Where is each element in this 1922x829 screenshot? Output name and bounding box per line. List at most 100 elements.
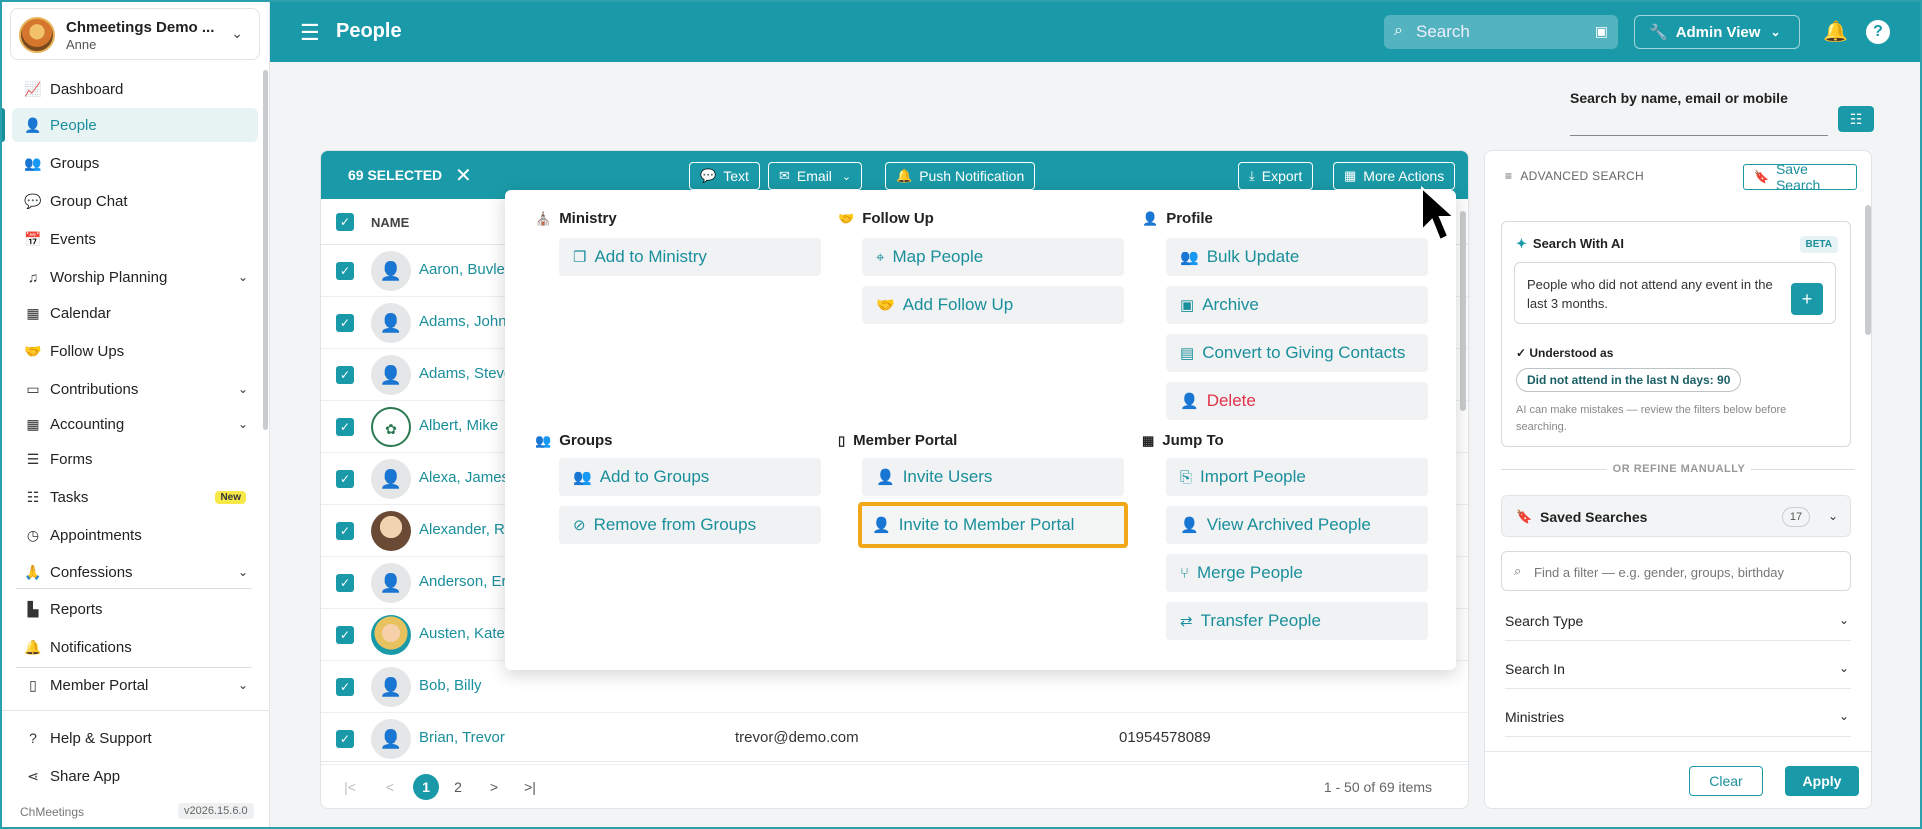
- mouse-cursor-icon: [1421, 186, 1457, 242]
- invite-to-member-portal-button[interactable]: 👤 Invite to Member Portal: [858, 502, 1128, 548]
- person-name-link[interactable]: Alexander, Ra: [419, 521, 513, 538]
- person-name-link[interactable]: Bob, Billy: [419, 677, 482, 694]
- person-name-link[interactable]: Brian, Trevor: [419, 729, 505, 746]
- bell-icon[interactable]: 🔔: [1823, 19, 1848, 44]
- admin-view-button[interactable]: 🔧 Admin View ⌄: [1634, 15, 1800, 49]
- remove-from-groups-button[interactable]: ⊘ Remove from Groups: [559, 506, 821, 544]
- sidebar-item-events[interactable]: 📅 Events: [12, 222, 258, 256]
- add-to-groups-button[interactable]: 👥 Add to Groups: [559, 458, 821, 496]
- next-page-icon[interactable]: >: [481, 774, 507, 800]
- ai-submit-button[interactable]: +: [1791, 283, 1823, 315]
- sidebar-item-contributions[interactable]: ▭ Contributions ⌄: [12, 372, 258, 406]
- person-name-link[interactable]: Alexa, James: [419, 469, 509, 486]
- page-2-button[interactable]: 2: [445, 774, 471, 800]
- ai-query-input[interactable]: People who did not attend any event in t…: [1514, 262, 1836, 324]
- column-header-name[interactable]: NAME: [371, 215, 409, 230]
- apply-button[interactable]: Apply: [1785, 766, 1859, 796]
- row-checkbox[interactable]: ✓: [336, 522, 354, 540]
- qr-code-icon[interactable]: ▣: [1595, 23, 1608, 40]
- add-to-ministry-button[interactable]: ❐ Add to Ministry: [559, 238, 821, 276]
- save-search-button[interactable]: 🔖 Save Search: [1743, 161, 1857, 193]
- row-checkbox[interactable]: ✓: [336, 678, 354, 696]
- row-checkbox[interactable]: ✓: [336, 366, 354, 384]
- archive-button[interactable]: ▣ Archive: [1166, 286, 1428, 324]
- accordion-search-type[interactable]: Search Type ⌄: [1505, 601, 1851, 641]
- table-row[interactable]: ✓ 👤 Brian, Trevor trevor@demo.com 0195457808…: [321, 713, 1468, 765]
- search-by-input[interactable]: [1570, 135, 1828, 136]
- global-search[interactable]: ⌕ ▣: [1384, 15, 1618, 49]
- row-checkbox[interactable]: ✓: [336, 314, 354, 332]
- filter-search[interactable]: ⌕: [1501, 551, 1851, 591]
- sidebar-item-appointments[interactable]: ◷ Appointments: [12, 518, 258, 552]
- row-checkbox[interactable]: ✓: [336, 262, 354, 280]
- help-icon[interactable]: ?: [1866, 20, 1890, 44]
- convert-to-giving-contacts-button[interactable]: ▤ Convert to Giving Contacts: [1166, 334, 1428, 372]
- person-name-link[interactable]: Adams, John: [419, 313, 507, 330]
- sidebar-scrollbar[interactable]: [263, 70, 268, 430]
- copy-icon: ❐: [573, 249, 587, 266]
- sidebar-item-reports[interactable]: ▙ Reports: [12, 592, 258, 626]
- person-name-link[interactable]: Anderson, Er: [419, 573, 507, 590]
- view-archived-people-button[interactable]: 👤 View Archived People: [1166, 506, 1428, 544]
- last-page-icon[interactable]: >|: [517, 774, 543, 800]
- divider: [16, 588, 252, 589]
- person-name-link[interactable]: Austen, Kate: [419, 625, 505, 642]
- sidebar-item-people[interactable]: 👤 People: [12, 108, 258, 142]
- clear-selection-icon[interactable]: ✕: [455, 163, 472, 188]
- sidebar-item-member-portal[interactable]: ▯ Member Portal ⌄: [12, 668, 258, 702]
- sidebar-item-forms[interactable]: ☰ Forms: [12, 442, 258, 476]
- sidebar-item-confessions[interactable]: 🙏 Confessions ⌄: [12, 555, 258, 589]
- filter-toggle-button[interactable]: ☷: [1838, 106, 1874, 132]
- add-follow-up-button[interactable]: 🤝 Add Follow Up: [862, 286, 1124, 324]
- accordion-ministries[interactable]: Ministries ⌄: [1505, 697, 1851, 737]
- sidebar-item-group-chat[interactable]: 💬 Group Chat: [12, 184, 258, 218]
- accordion-search-in[interactable]: Search In ⌄: [1505, 649, 1851, 689]
- sidebar-item-notifications[interactable]: 🔔 Notifications: [12, 630, 258, 664]
- page-title: People: [336, 20, 402, 42]
- email-button[interactable]: ✉ Email ⌄: [768, 162, 863, 190]
- hamburger-menu-icon[interactable]: ☰: [300, 20, 320, 46]
- select-all-checkbox[interactable]: ✓: [336, 213, 354, 231]
- org-name: Chmeetings Demo ...: [66, 19, 215, 36]
- row-checkbox[interactable]: ✓: [336, 574, 354, 592]
- sidebar-item-follow-ups[interactable]: 🤝 Follow Ups: [12, 334, 258, 368]
- person-name-link[interactable]: Aaron, Buvle: [419, 261, 505, 278]
- row-checkbox[interactable]: ✓: [336, 470, 354, 488]
- transfer-people-button[interactable]: ⇄ Transfer People: [1166, 602, 1428, 640]
- push-notification-button[interactable]: 🔔 Push Notification: [885, 162, 1036, 190]
- person-name-link[interactable]: Albert, Mike: [419, 417, 498, 434]
- export-button[interactable]: ⤓ Export: [1238, 162, 1314, 190]
- text-button[interactable]: 💬 Text: [689, 162, 760, 190]
- chevron-down-icon: ⌄: [237, 678, 248, 692]
- delete-button[interactable]: 👤 Delete: [1166, 382, 1428, 420]
- advanced-search-scrollbar[interactable]: [1865, 205, 1871, 335]
- merge-people-button[interactable]: ⑂ Merge People: [1166, 554, 1428, 592]
- sidebar-item-accounting[interactable]: ▦ Accounting ⌄: [12, 407, 258, 441]
- bulk-update-button[interactable]: 👥 Bulk Update: [1166, 238, 1428, 276]
- org-switcher[interactable]: Chmeetings Demo ... Anne ⌄: [10, 8, 260, 60]
- page-1-button[interactable]: 1: [413, 774, 439, 800]
- filter-search-input[interactable]: [1534, 562, 1834, 582]
- sidebar-item-share-app[interactable]: ⋖ Share App: [12, 759, 258, 793]
- sidebar-item-worship-planning[interactable]: ♫ Worship Planning ⌄: [12, 260, 258, 294]
- person-name-link[interactable]: Adams, Steve: [419, 365, 512, 382]
- sidebar-item-label: Appointments: [50, 526, 142, 544]
- row-checkbox[interactable]: ✓: [336, 730, 354, 748]
- understood-filter-chip[interactable]: Did not attend in the last N days: 90: [1516, 368, 1742, 392]
- first-page-icon[interactable]: |<: [337, 774, 363, 800]
- sidebar-item-calendar[interactable]: ▦ Calendar: [12, 296, 258, 330]
- prev-page-icon[interactable]: <: [377, 774, 403, 800]
- row-checkbox[interactable]: ✓: [336, 418, 354, 436]
- row-checkbox[interactable]: ✓: [336, 626, 354, 644]
- person-phone: 01954578089: [1119, 729, 1211, 746]
- global-search-input[interactable]: [1416, 21, 1576, 43]
- invite-users-button[interactable]: 👤 Invite Users: [862, 458, 1124, 496]
- import-people-button[interactable]: ⎘ Import People: [1166, 458, 1428, 496]
- sidebar-item-dashboard[interactable]: 📈 Dashboard: [12, 72, 258, 106]
- map-people-button[interactable]: ⌖ Map People: [862, 238, 1124, 276]
- sidebar-item-groups[interactable]: 👥 Groups: [12, 146, 258, 180]
- sidebar-item-tasks[interactable]: ☷ Tasks New: [12, 480, 258, 514]
- saved-searches-dropdown[interactable]: 🔖 Saved Searches 17 ⌄: [1501, 495, 1851, 537]
- sidebar-item-help[interactable]: ? Help & Support: [12, 721, 258, 755]
- clear-button[interactable]: Clear: [1689, 766, 1763, 796]
